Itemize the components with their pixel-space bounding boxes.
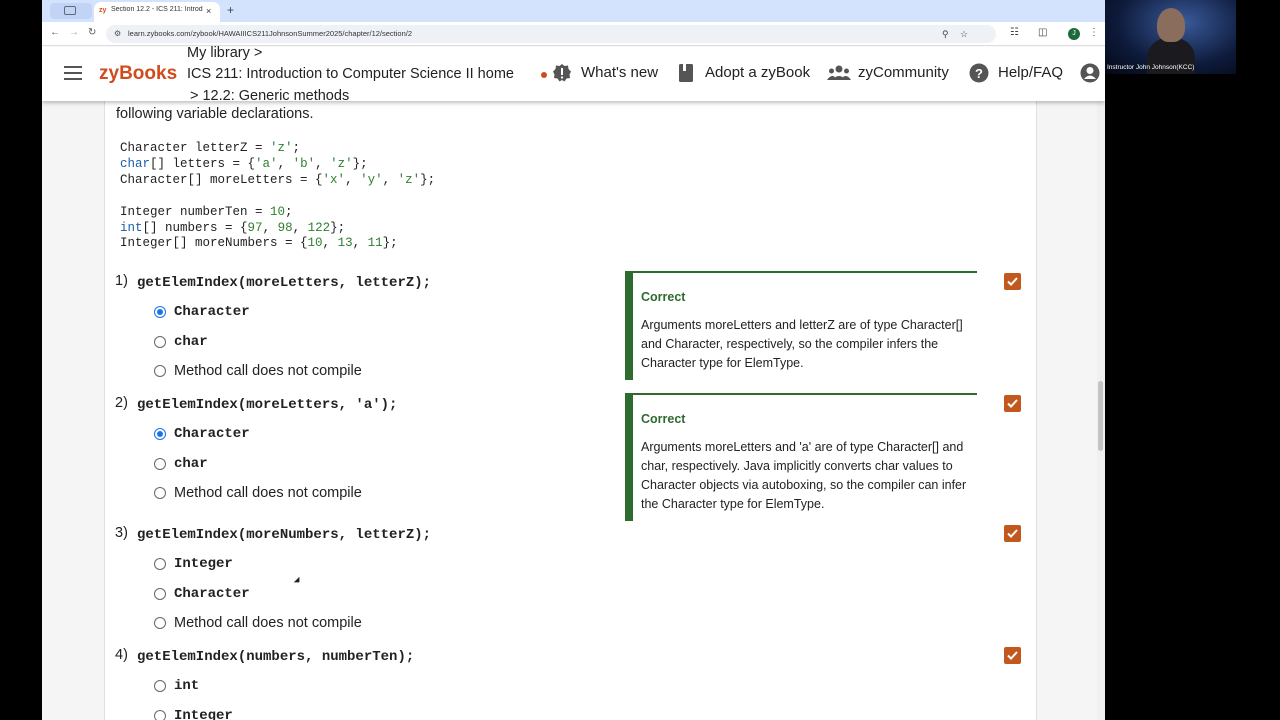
- zybooks-logo[interactable]: zyBooks: [99, 63, 177, 85]
- scrollbar-thumb[interactable]: [1098, 381, 1103, 451]
- option-label[interactable]: char: [174, 456, 208, 472]
- question-number: 1): [115, 273, 128, 289]
- community-icon: [827, 65, 851, 80]
- help-faq-link[interactable]: Help/FAQ: [998, 64, 1063, 81]
- back-icon[interactable]: ←: [50, 27, 60, 39]
- intro-text: following variable declarations.: [116, 106, 314, 122]
- question-code: getElemIndex(numbers, numberTen);: [137, 649, 415, 665]
- radio-option[interactable]: [154, 336, 166, 348]
- option-label[interactable]: Integer: [174, 556, 233, 572]
- zybooks-favicon-icon: zy: [99, 7, 107, 14]
- option-label[interactable]: Integer: [174, 708, 233, 720]
- radio-option[interactable]: [154, 306, 166, 318]
- extensions-icon[interactable]: ☷: [1010, 27, 1019, 39]
- option-label[interactable]: char: [174, 334, 208, 350]
- breadcrumb-my-library[interactable]: My library >: [187, 45, 262, 61]
- webcam-person-head: [1157, 8, 1185, 42]
- browser-window: zy Section 12.2 - ICS 211: Introd × + ← …: [42, 0, 1105, 720]
- notification-dot: [541, 72, 547, 78]
- question-code: getElemIndex(moreNumbers, letterZ);: [137, 527, 432, 543]
- radio-option[interactable]: [154, 588, 166, 600]
- tab-bar: zy Section 12.2 - ICS 211: Introd × +: [42, 0, 1105, 22]
- forward-icon[interactable]: →: [69, 27, 79, 39]
- zycommunity-link[interactable]: zyCommunity: [858, 64, 949, 81]
- radio-option[interactable]: [154, 458, 166, 470]
- hamburger-menu-icon[interactable]: [64, 66, 82, 80]
- whats-new-link[interactable]: What's new: [581, 64, 658, 81]
- help-icon: ?: [969, 63, 989, 83]
- code-line: Integer[] moreNumbers = {10, 13, 11};: [120, 236, 398, 250]
- option-label[interactable]: int: [174, 678, 199, 694]
- radio-option[interactable]: [154, 710, 166, 720]
- radio-option[interactable]: [154, 558, 166, 570]
- new-tab-button[interactable]: +: [227, 2, 234, 18]
- radio-option[interactable]: [154, 428, 166, 440]
- menu-dots-icon[interactable]: ⋮: [1089, 27, 1099, 39]
- completed-check-icon: [1004, 647, 1021, 664]
- zoom-icon[interactable]: ⚲: [942, 28, 949, 40]
- completed-check-icon: [1004, 525, 1021, 542]
- omnibox[interactable]: ⚙ learn.zybooks.com/zybook/HAWAIIICS211J…: [106, 25, 996, 43]
- address-bar: ← → ↻ ⚙ learn.zybooks.com/zybook/HAWAIII…: [42, 22, 1105, 46]
- breadcrumb-section: > 12.2: Generic methods: [190, 88, 350, 104]
- feedback-title: Correct: [641, 412, 686, 426]
- tab-close-icon[interactable]: ×: [206, 5, 211, 17]
- tab-active[interactable]: zy Section 12.2 - ICS 211: Introd ×: [94, 2, 220, 22]
- option-label[interactable]: Character: [174, 304, 250, 320]
- bookmark-star-icon[interactable]: ☆: [960, 28, 968, 40]
- url-text: learn.zybooks.com/zybook/HAWAIIICS211Joh…: [128, 29, 413, 38]
- profile-avatar[interactable]: J: [1068, 28, 1080, 40]
- breadcrumb-course-home[interactable]: ICS 211: Introduction to Computer Scienc…: [187, 66, 514, 82]
- feedback-panel: Correct Arguments moreLetters and letter…: [625, 271, 977, 380]
- option-label[interactable]: Character: [174, 426, 250, 442]
- completed-check-icon: [1004, 273, 1021, 290]
- book-icon: [679, 64, 693, 82]
- tab-search-icon: [64, 6, 76, 15]
- radio-option[interactable]: [154, 365, 166, 377]
- svg-text:?: ?: [975, 66, 983, 81]
- completed-check-icon: [1004, 395, 1021, 412]
- question-number: 3): [115, 525, 128, 541]
- question-code: getElemIndex(moreLetters, letterZ);: [137, 275, 432, 291]
- code-line: int[] numbers = {97, 98, 122};: [120, 221, 346, 235]
- option-label[interactable]: Character: [174, 586, 250, 602]
- option-label[interactable]: Method call does not compile: [174, 485, 362, 501]
- code-line: Character letterZ = 'z';: [120, 141, 301, 155]
- content-area: following variable declarations. Charact…: [42, 101, 1105, 720]
- option-label[interactable]: Method call does not compile: [174, 363, 362, 379]
- site-info-icon[interactable]: ⚙: [114, 29, 123, 38]
- adopt-zybook-link[interactable]: Adopt a zyBook: [705, 64, 810, 81]
- question-number: 2): [115, 395, 128, 411]
- reload-icon[interactable]: ↻: [88, 27, 96, 39]
- question-number: 4): [115, 647, 128, 663]
- zybooks-header: zyBooks My library > ICS 211: Introducti…: [42, 45, 1105, 104]
- webcam-label: Instructor John Johnson(KCC): [1107, 64, 1195, 71]
- code-line: Character[] moreLetters = {'x', 'y', 'z'…: [120, 173, 436, 187]
- feedback-panel: Correct Arguments moreLetters and 'a' ar…: [625, 393, 977, 521]
- account-icon[interactable]: [1080, 63, 1100, 83]
- code-line: char[] letters = {'a', 'b', 'z'};: [120, 157, 368, 171]
- option-label[interactable]: Method call does not compile: [174, 615, 362, 631]
- radio-option[interactable]: [154, 487, 166, 499]
- webcam-overlay: Instructor John Johnson(KCC): [1105, 0, 1236, 74]
- code-line: Integer numberTen = 10;: [120, 205, 293, 219]
- feedback-text: Arguments moreLetters and letterZ are of…: [641, 318, 963, 370]
- feedback-text: Arguments moreLetters and 'a' are of typ…: [641, 440, 967, 511]
- whats-new-icon: [553, 64, 571, 82]
- tab-search-button[interactable]: [50, 3, 92, 19]
- radio-option[interactable]: [154, 617, 166, 629]
- cast-icon[interactable]: ◫: [1038, 27, 1047, 39]
- tab-title: Section 12.2 - ICS 211: Introd: [111, 6, 203, 13]
- feedback-title: Correct: [641, 290, 686, 304]
- question-code: getElemIndex(moreLetters, 'a');: [137, 397, 398, 413]
- screen: zy Section 12.2 - ICS 211: Introd × + ← …: [0, 0, 1280, 720]
- radio-option[interactable]: [154, 680, 166, 692]
